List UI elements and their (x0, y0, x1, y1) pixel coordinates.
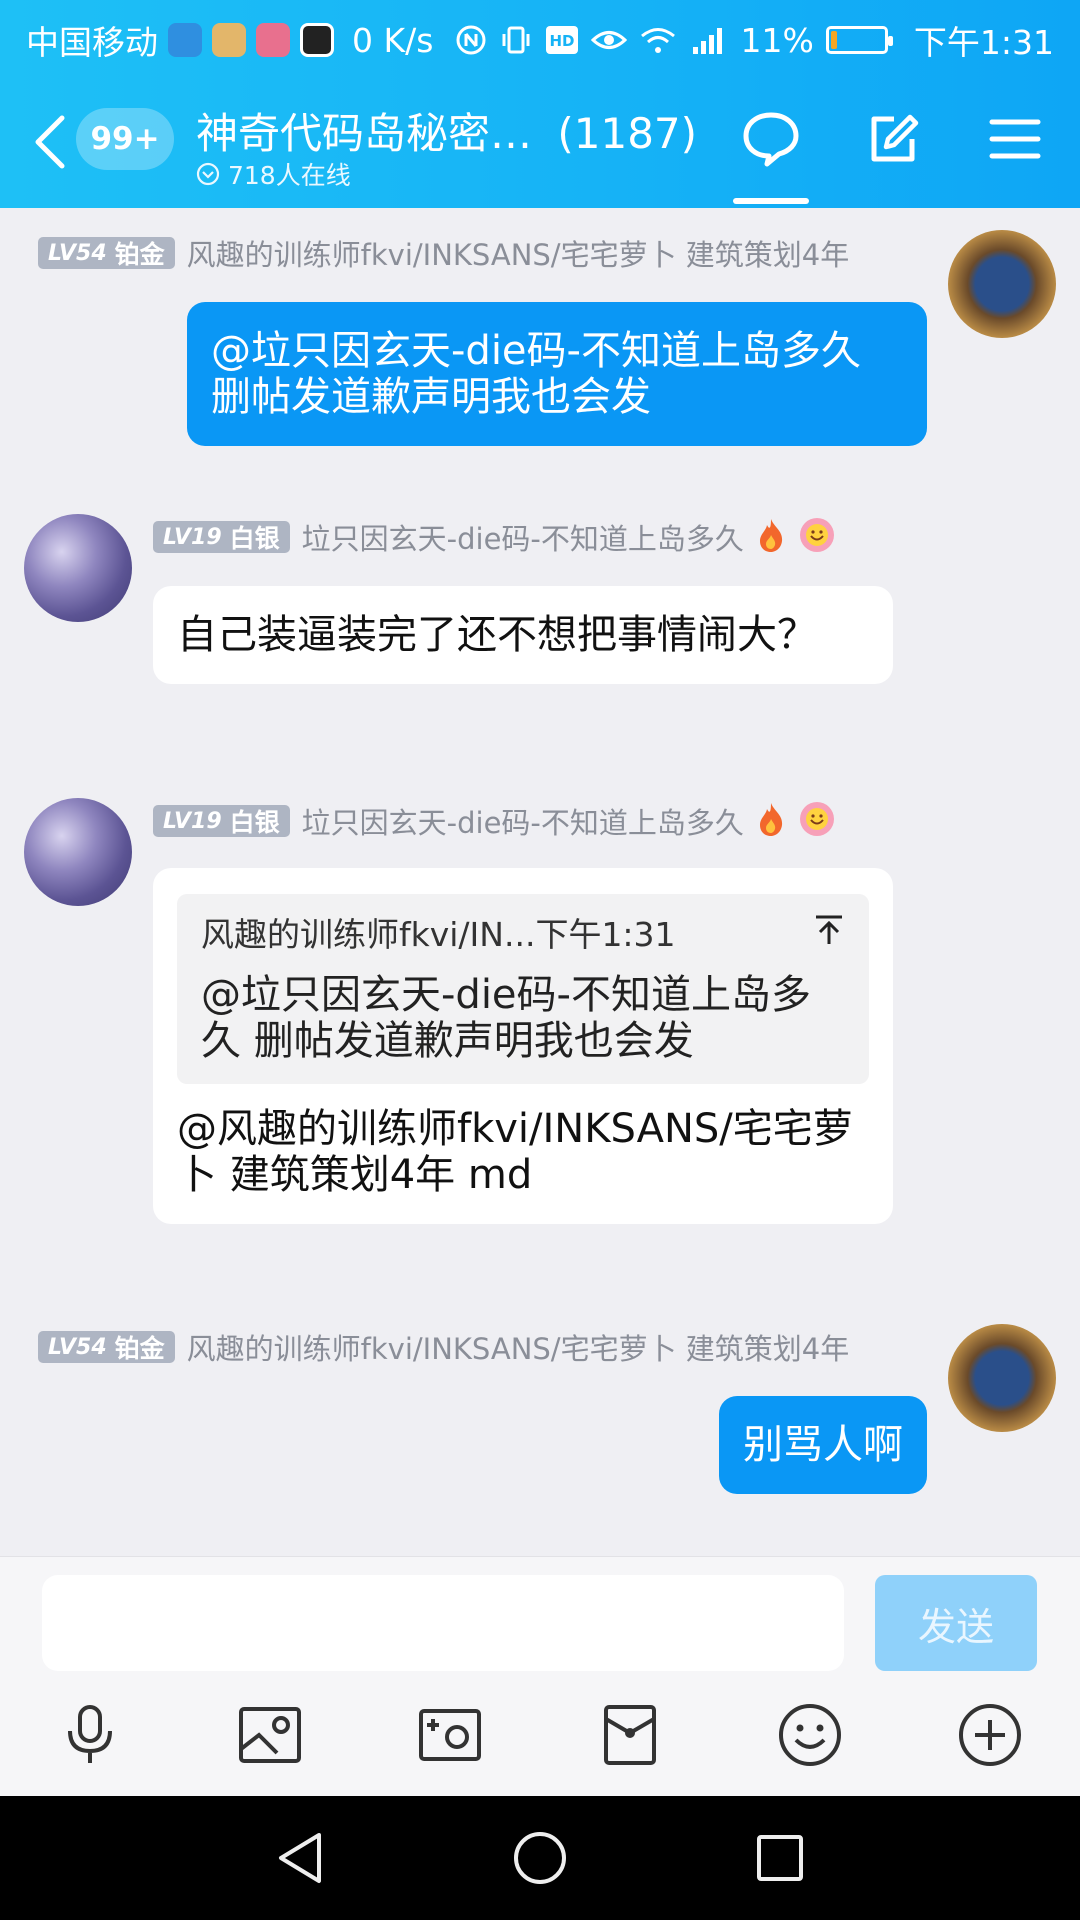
social-app-icon (256, 23, 290, 57)
edit-button[interactable] (857, 104, 927, 174)
emoji-badge-icon (798, 516, 836, 558)
carrier-label: 中国移动 (26, 23, 158, 62)
quote-author: 风趣的训练师fkvi/IN... (201, 915, 536, 954)
online-count: 718人在线 (228, 161, 351, 190)
camera-icon (419, 1709, 481, 1761)
sender-avatar[interactable] (24, 514, 132, 622)
red-packet-button[interactable] (592, 1697, 668, 1773)
battery-icon (825, 26, 893, 54)
quote-time: 下午1:31 (535, 915, 676, 954)
message-bubble[interactable]: @垃只因玄天-die码-不知道上岛多久 删帖发道歉声明我也会发 (187, 302, 927, 446)
send-button[interactable]: 发送 (875, 1575, 1037, 1671)
message-bubble[interactable]: 自己装逼装完了还不想把事情闹大？ (153, 586, 893, 684)
emoji-icon (779, 1704, 841, 1766)
net-speed: 0 K/s (352, 20, 434, 60)
vibrate-icon (499, 23, 533, 57)
camera-button[interactable] (412, 1697, 488, 1773)
member-count: (1187) (557, 109, 698, 158)
menu-button[interactable] (980, 104, 1050, 174)
quoted-message[interactable]: 风趣的训练师fkvi/IN...下午1:31 @垃只因玄天-die码-不知道上岛… (177, 894, 869, 1084)
sender-nickname[interactable]: 垃只因玄天-die码-不知道上岛多久 (302, 800, 744, 842)
more-button[interactable] (952, 1697, 1028, 1773)
chevron-circle-icon (196, 162, 220, 186)
image-button[interactable] (232, 1697, 308, 1773)
quote-text: @垃只因玄天-die码-不知道上岛多久 删帖发道歉声明我也会发 (201, 972, 811, 1064)
hd-icon: HD (545, 25, 579, 55)
message-bubble[interactable]: 风趣的训练师fkvi/IN...下午1:31 @垃只因玄天-die码-不知道上岛… (153, 868, 893, 1224)
circle-home-icon (514, 1832, 566, 1884)
menu-icon (989, 119, 1041, 159)
image-icon (239, 1707, 301, 1763)
back-arrow-icon (35, 115, 65, 169)
unread-count-badge[interactable]: 99+ (76, 108, 174, 170)
group-title[interactable]: 神奇代码岛秘密… (1187) (196, 100, 697, 161)
online-status[interactable]: 718人在线 (196, 156, 351, 192)
nav-recents-button[interactable] (748, 1826, 812, 1890)
plus-icon (959, 1704, 1021, 1766)
chat-tab-button[interactable] (736, 104, 806, 174)
level-badge: LV19 白银 (153, 805, 290, 837)
mic-icon (68, 1705, 112, 1763)
fire-icon (756, 517, 786, 557)
message-meta: LV54 铂金 风趣的训练师fkvi/INKSANS/宅宅萝卜 建筑策划4年 (38, 1326, 849, 1368)
red-packet-icon (604, 1705, 656, 1765)
sender-avatar[interactable] (948, 1324, 1056, 1432)
title-bar: 99+ 神奇代码岛秘密… (1187) 718人在线 (0, 74, 1080, 208)
nfc-icon (455, 24, 487, 56)
sender-nickname[interactable]: 垃只因玄天-die码-不知道上岛多久 (302, 516, 744, 558)
message-meta: LV19 白银 垃只因玄天-die码-不知道上岛多久 (153, 800, 836, 842)
emoji-badge-icon (798, 800, 836, 842)
chat-bubble-icon (743, 112, 799, 167)
edit-icon (871, 114, 919, 162)
input-bar: 发送 (0, 1556, 1080, 1796)
message-input[interactable] (42, 1575, 844, 1671)
input-toolbar (0, 1697, 1080, 1797)
back-button[interactable] (30, 112, 70, 172)
sender-nickname[interactable]: 风趣的训练师fkvi/INKSANS/宅宅萝卜 建筑策划4年 (187, 1326, 850, 1368)
level-badge: LV54 铂金 (38, 1331, 175, 1363)
fire-icon (756, 801, 786, 841)
jump-to-top-icon[interactable] (813, 912, 845, 958)
wifi-icon (639, 25, 677, 55)
screen-record-icon (300, 23, 334, 57)
level-badge: LV19 白银 (153, 521, 290, 553)
sender-avatar[interactable] (24, 798, 132, 906)
voice-button[interactable] (52, 1697, 128, 1773)
triangle-back-icon (279, 1833, 321, 1883)
video-app-icon (212, 23, 246, 57)
square-recents-icon (757, 1835, 803, 1881)
active-tab-indicator (733, 198, 809, 204)
eye-comfort-icon (590, 25, 627, 55)
system-nav-bar (0, 1796, 1080, 1920)
level-badge: LV54 铂金 (38, 237, 175, 269)
message-meta: LV19 白银 垃只因玄天-die码-不知道上岛多久 (153, 516, 836, 558)
clock: 下午1:31 (913, 23, 1054, 62)
sender-nickname[interactable]: 风趣的训练师fkvi/INKSANS/宅宅萝卜 建筑策划4年 (187, 232, 850, 274)
battery-percent: 11% (740, 20, 814, 60)
svg-text:HD: HD (549, 32, 574, 50)
status-bar: 中国移动 0 K/s HD 11% 下午1:31 (0, 0, 1080, 74)
signal-icon (689, 25, 729, 55)
chat-message-list[interactable]: LV54 铂金 风趣的训练师fkvi/INKSANS/宅宅萝卜 建筑策划4年 @垃… (0, 208, 1080, 1556)
message-meta: LV54 铂金 风趣的训练师fkvi/INKSANS/宅宅萝卜 建筑策划4年 (38, 232, 849, 274)
nav-home-button[interactable] (508, 1826, 572, 1890)
nav-back-button[interactable] (268, 1826, 332, 1890)
app-notification-icon (168, 23, 202, 57)
group-name: 神奇代码岛秘密… (196, 109, 533, 158)
emoji-button[interactable] (772, 1697, 848, 1773)
header: 中国移动 0 K/s HD 11% 下午1:31 99+ 神奇代码岛秘密… (1… (0, 0, 1080, 208)
sender-avatar[interactable] (948, 230, 1056, 338)
message-bubble[interactable]: 别骂人啊 (719, 1396, 927, 1494)
message-text: @风趣的训练师fkvi/INKSANS/宅宅萝卜 建筑策划4年 md (177, 1106, 853, 1198)
